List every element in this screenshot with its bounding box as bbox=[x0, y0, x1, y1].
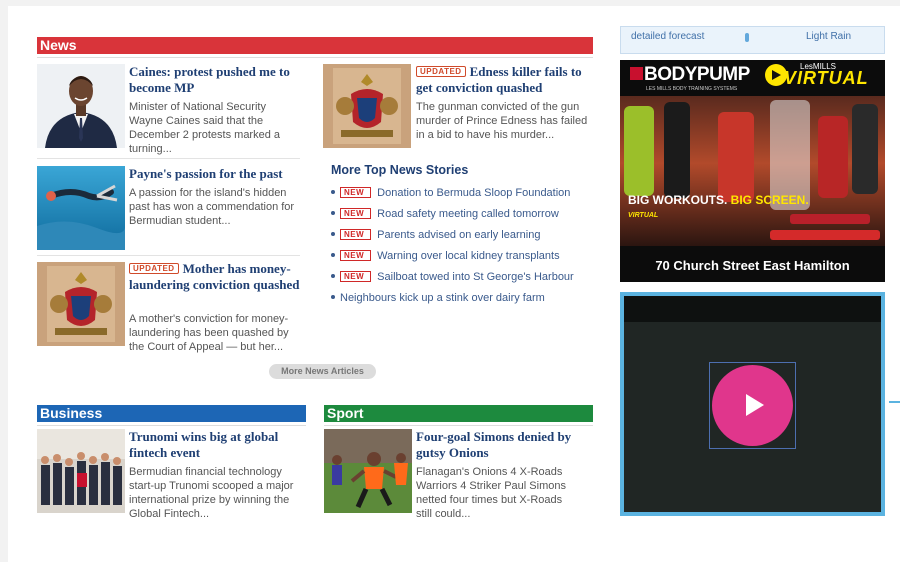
sport-header-label: Sport bbox=[327, 405, 364, 421]
divider bbox=[37, 255, 300, 256]
story-summary-mother: A mother's conviction for money-launderi… bbox=[129, 313, 289, 353]
business-header-label: Business bbox=[40, 405, 103, 421]
more-news-articles-button[interactable]: More News Articles bbox=[269, 364, 376, 379]
story-title-payne[interactable]: Payne's passion for the past bbox=[129, 166, 299, 182]
weather-widget[interactable]: detailed forecast Light Rain bbox=[620, 26, 885, 54]
bullet-icon bbox=[331, 211, 335, 215]
top-news-item[interactable]: NEW Road safety meeting called tomorrow bbox=[331, 207, 601, 228]
sport-section-header[interactable]: Sport bbox=[324, 405, 593, 426]
rain-icon bbox=[745, 33, 749, 42]
business-story-summary: Bermudian financial technology start-up … bbox=[129, 466, 294, 520]
business-section-header[interactable]: Business bbox=[37, 405, 306, 426]
business-story-title[interactable]: Trunomi wins big at global fintech event bbox=[129, 429, 299, 461]
updated-badge: UPDATED bbox=[416, 66, 466, 77]
bullet-icon bbox=[331, 232, 335, 236]
ad-brand-sub: LES MILLS BODY TRAINING SYSTEMS bbox=[646, 86, 738, 92]
ad-virtual: VIRTUAL bbox=[784, 68, 869, 88]
top-news-item[interactable]: NEW Donation to Bermuda Sloop Foundation bbox=[331, 186, 601, 207]
divider bbox=[37, 158, 300, 159]
news-section-header[interactable]: News bbox=[37, 37, 593, 58]
sport-story-summary: Flanagan's Onions 4 X-Roads Warriors 4 S… bbox=[416, 466, 566, 520]
ad-address: 70 Church Street East Hamilton bbox=[655, 258, 850, 273]
business-story-thumbnail[interactable] bbox=[37, 429, 125, 513]
bodypump-ad[interactable]: BODYPUMP LES MILLS BODY TRAINING SYSTEMS… bbox=[620, 60, 885, 282]
weather-condition: Light Rain bbox=[806, 31, 852, 42]
ad-brand: BODYPUMP bbox=[644, 64, 750, 85]
story-thumbnail-caines[interactable] bbox=[37, 64, 125, 148]
ad-tagline: BIG WORKOUTS. BIG SCREEN. bbox=[628, 193, 809, 207]
top-news-item[interactable]: Neighbours kick up a stink over dairy fa… bbox=[331, 291, 601, 312]
story-thumbnail-edness[interactable] bbox=[323, 64, 411, 148]
ad-photo bbox=[620, 96, 885, 246]
top-news-item[interactable]: NEW Sailboat towed into St George's Harbo… bbox=[331, 270, 601, 291]
story-title-caines[interactable]: Caines: protest pushed me to become MP bbox=[129, 64, 299, 96]
story-title-mother[interactable]: UPDATED Mother has money-laundering convi… bbox=[129, 261, 301, 293]
ad-small-virtual: VIRTUAL bbox=[628, 212, 659, 219]
updated-badge: UPDATED bbox=[129, 263, 179, 274]
story-summary-payne: A passion for the island's hidden past h… bbox=[129, 187, 295, 227]
frame-connector bbox=[889, 401, 900, 403]
new-badge: NEW bbox=[340, 229, 372, 240]
bullet-icon bbox=[331, 253, 335, 257]
sport-story-title[interactable]: Four-goal Simons denied by gutsy Onions bbox=[416, 429, 586, 461]
new-badge: NEW bbox=[340, 187, 372, 198]
bullet-icon bbox=[331, 190, 335, 194]
weather-forecast-link[interactable]: detailed forecast bbox=[631, 31, 704, 42]
play-icon bbox=[746, 394, 764, 416]
video-top-bar bbox=[624, 296, 881, 322]
story-summary-edness: The gunman convicted of the gun murder o… bbox=[416, 101, 588, 141]
page: News Caines: protest pushed me to become… bbox=[8, 6, 900, 562]
new-badge: NEW bbox=[340, 250, 372, 261]
more-top-news-heading: More Top News Stories bbox=[331, 163, 469, 177]
new-badge: NEW bbox=[340, 208, 372, 219]
top-news-item[interactable]: NEW Parents advised on early learning bbox=[331, 228, 601, 249]
bullet-icon bbox=[331, 295, 335, 299]
bodypump-logo-icon bbox=[630, 67, 643, 80]
top-news-item[interactable]: NEW Warning over local kidney transplants bbox=[331, 249, 601, 270]
new-badge: NEW bbox=[340, 271, 372, 282]
top-news-list: NEW Donation to Bermuda Sloop Foundation … bbox=[331, 186, 601, 312]
video-player[interactable] bbox=[620, 292, 885, 516]
story-thumbnail-mother[interactable] bbox=[37, 262, 125, 346]
sport-story-thumbnail[interactable] bbox=[324, 429, 412, 513]
story-summary-caines: Minister of National Security Wayne Cain… bbox=[129, 101, 281, 155]
bullet-icon bbox=[331, 274, 335, 278]
news-header-label: News bbox=[40, 37, 77, 53]
story-title-edness[interactable]: UPDATED Edness killer fails to get convic… bbox=[416, 64, 592, 96]
story-thumbnail-payne[interactable] bbox=[37, 166, 125, 250]
